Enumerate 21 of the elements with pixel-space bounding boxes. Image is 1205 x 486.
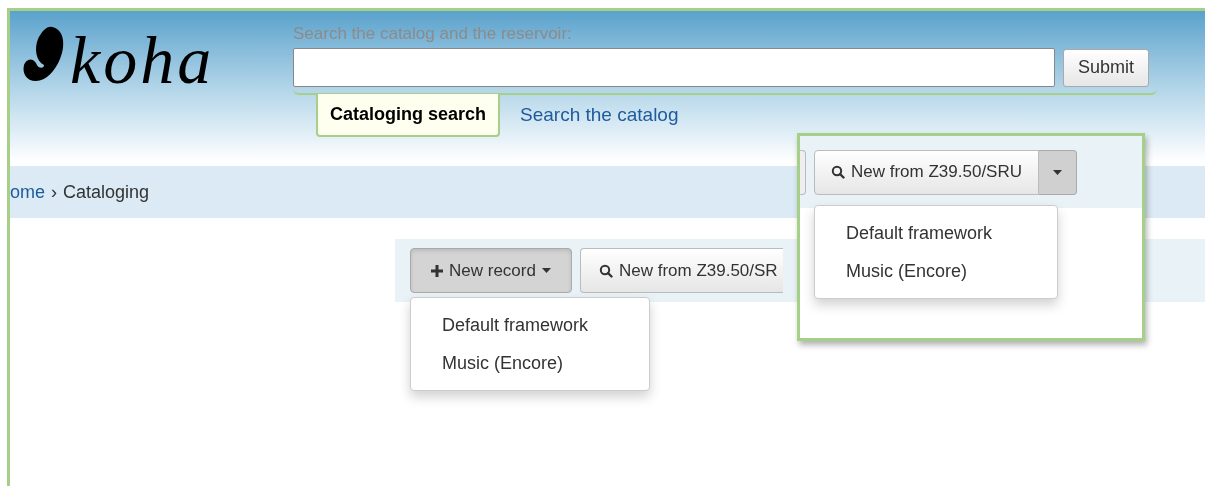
caret-icon: [1053, 169, 1062, 175]
home-link[interactable]: ome: [10, 178, 45, 206]
breadcrumb-separator: ›: [51, 180, 57, 204]
z3950-button[interactable]: New from Z39.50/SR: [579, 248, 783, 293]
plus-icon: [431, 264, 443, 277]
menu-item[interactable]: Default framework: [815, 214, 1057, 252]
submit-button[interactable]: Submit: [1063, 48, 1150, 87]
dropdown-toggle[interactable]: [1039, 149, 1077, 195]
new-record-button[interactable]: New record: [410, 248, 572, 293]
menu-item[interactable]: Music (Encore): [815, 252, 1057, 290]
search-icon: [598, 263, 613, 278]
search-tab[interactable]: Cataloging search: [316, 94, 501, 137]
search-label: Search the catalog and the reservoir:: [293, 23, 573, 45]
z3950-button[interactable]: New from Z39.50/SRU: [814, 149, 1039, 195]
caret-icon: [541, 268, 551, 273]
menu-item[interactable]: Default framework: [411, 306, 649, 344]
logo-text: koha: [70, 25, 215, 95]
breadcrumb-current: Cataloging: [63, 180, 150, 204]
menu-item[interactable]: Music (Encore): [411, 344, 649, 382]
search-icon: [831, 165, 845, 179]
search-tab[interactable]: Search the catalog: [520, 94, 679, 137]
